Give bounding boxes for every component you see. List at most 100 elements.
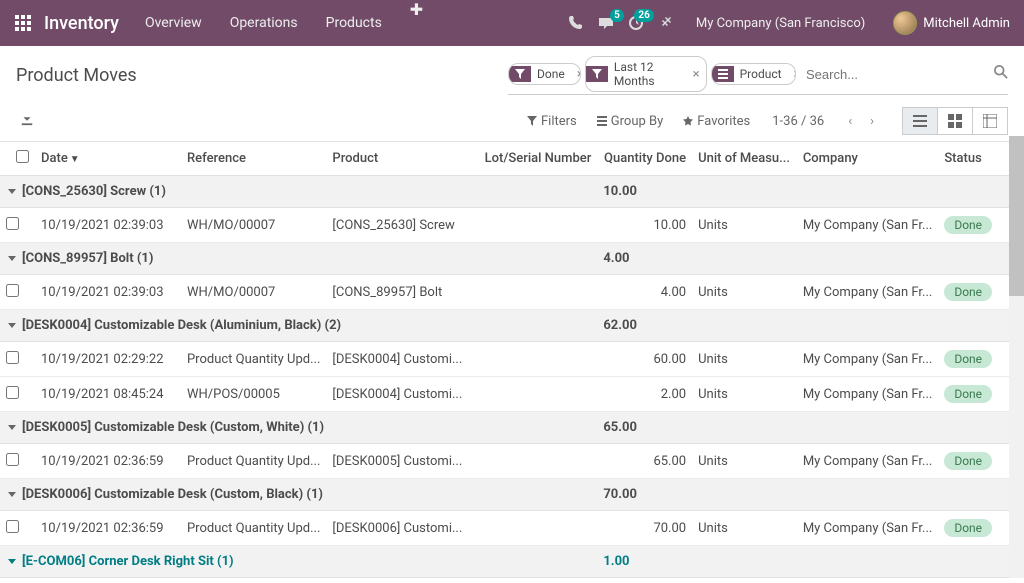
- pager-prev-icon[interactable]: ‹: [840, 110, 860, 133]
- export-button[interactable]: [16, 108, 38, 134]
- pager[interactable]: 1-36 / 36: [764, 114, 832, 129]
- row-checkbox[interactable]: [6, 351, 19, 364]
- group-qty: 65.00: [597, 412, 692, 444]
- systray: 5 26 My Company (San Francisco) Mitchell…: [568, 11, 1016, 35]
- search-input[interactable]: [800, 64, 988, 85]
- scrollbar[interactable]: [1009, 136, 1024, 578]
- col-qty[interactable]: Quantity Done: [597, 142, 692, 176]
- groupby-button[interactable]: Group By: [591, 110, 670, 133]
- view-switcher: [902, 107, 1008, 135]
- table-row[interactable]: 10/19/2021 08:45:24WH/POS/00005[E-COM06]…: [0, 578, 1024, 583]
- cell-status: Done: [938, 208, 998, 243]
- table-container: Date▼ Reference Product Lot/Serial Numbe…: [0, 141, 1024, 583]
- status-badge: Done: [944, 452, 992, 470]
- group-label: [DESK0005] Customizable Desk (Custom, Wh…: [22, 420, 324, 435]
- col-status[interactable]: Status: [938, 142, 998, 176]
- user-menu[interactable]: Mitchell Admin: [887, 11, 1010, 35]
- activities-badge: 26: [634, 9, 653, 22]
- cell-date: 10/19/2021 08:45:24: [35, 377, 181, 412]
- cell-product: [DESK0004] Customi...: [326, 377, 478, 412]
- cell-date: 10/19/2021 02:36:59: [35, 511, 181, 546]
- apps-icon[interactable]: [8, 8, 38, 38]
- group-row[interactable]: [CONS_25630] Screw (1)10.00: [0, 176, 1024, 208]
- remove-facet-icon[interactable]: ×: [687, 67, 706, 82]
- table-row[interactable]: 10/19/2021 02:39:03WH/MO/00007[CONS_2563…: [0, 208, 1024, 243]
- cell-date: 10/19/2021 02:36:59: [35, 444, 181, 479]
- cell-company: My Company (San Fr...: [797, 377, 939, 412]
- pager-next-icon[interactable]: ›: [862, 110, 882, 133]
- cell-date: 10/19/2021 08:45:24: [35, 578, 181, 583]
- col-product[interactable]: Product: [326, 142, 478, 176]
- cell-uom: Units: [692, 208, 797, 243]
- col-uom[interactable]: Unit of Measu...: [692, 142, 797, 176]
- col-date[interactable]: Date▼: [35, 142, 181, 176]
- row-checkbox[interactable]: [6, 217, 19, 230]
- table-row[interactable]: 10/19/2021 02:39:03WH/MO/00007[CONS_8995…: [0, 275, 1024, 310]
- control-panel: Product Moves Done × Last 12 Months × Pr…: [0, 46, 1024, 141]
- nav-menu: Overview Operations Products ✚: [131, 0, 437, 46]
- nav-operations[interactable]: Operations: [216, 0, 312, 46]
- scrollbar-thumb[interactable]: [1009, 136, 1024, 296]
- favorites-button[interactable]: Favorites: [677, 110, 756, 133]
- group-row[interactable]: [DESK0004] Customizable Desk (Aluminium,…: [0, 310, 1024, 342]
- table-row[interactable]: 10/19/2021 08:45:24WH/POS/00005[DESK0004…: [0, 377, 1024, 412]
- nav-new-icon[interactable]: ✚: [396, 0, 437, 46]
- nav-overview[interactable]: Overview: [131, 0, 216, 46]
- activities-icon[interactable]: 26: [628, 15, 644, 31]
- table-row[interactable]: 10/19/2021 02:36:59Product Quantity Upd.…: [0, 511, 1024, 546]
- row-checkbox[interactable]: [6, 453, 19, 466]
- group-label: [CONS_89957] Bolt (1): [22, 251, 153, 266]
- table-row[interactable]: 10/19/2021 02:29:22Product Quantity Upd.…: [0, 342, 1024, 377]
- list-view-icon[interactable]: [902, 107, 938, 135]
- debug-icon[interactable]: [658, 15, 674, 31]
- filters-button[interactable]: Filters: [521, 110, 583, 133]
- group-qty: 62.00: [597, 310, 692, 342]
- company-selector[interactable]: My Company (San Francisco): [688, 16, 873, 31]
- group-label: [DESK0004] Customizable Desk (Aluminium,…: [22, 318, 341, 333]
- group-label: [E-COM06] Corner Desk Right Sit (1): [22, 554, 234, 569]
- group-label: [CONS_25630] Screw (1): [22, 184, 166, 199]
- cell-status: Done: [938, 377, 998, 412]
- group-row[interactable]: [E-COM06] Corner Desk Right Sit (1) 1.00: [0, 546, 1024, 578]
- kanban-view-icon[interactable]: [938, 107, 973, 135]
- facet-product[interactable]: Product ×: [711, 63, 796, 85]
- caret-down-icon: [8, 256, 16, 261]
- group-row[interactable]: [DESK0006] Customizable Desk (Custom, Bl…: [0, 479, 1024, 511]
- group-row[interactable]: [CONS_89957] Bolt (1)4.00: [0, 243, 1024, 275]
- status-badge: Done: [944, 283, 992, 301]
- messages-icon[interactable]: 5: [598, 15, 614, 31]
- search-icon[interactable]: [994, 65, 1008, 83]
- app-title[interactable]: Inventory: [38, 13, 131, 34]
- col-company[interactable]: Company: [797, 142, 939, 176]
- cell-company: My Company (San Fr...: [797, 578, 939, 583]
- status-badge: Done: [944, 519, 992, 537]
- facet-last12[interactable]: Last 12 Months ×: [585, 56, 707, 92]
- group-row[interactable]: [DESK0005] Customizable Desk (Custom, Wh…: [0, 412, 1024, 444]
- nav-products[interactable]: Products: [312, 0, 396, 46]
- status-badge: Done: [944, 216, 992, 234]
- status-badge: Done: [944, 350, 992, 368]
- table-row[interactable]: 10/19/2021 02:36:59Product Quantity Upd.…: [0, 444, 1024, 479]
- cell-ref: WH/MO/00007: [181, 275, 326, 310]
- cell-date: 10/19/2021 02:39:03: [35, 208, 181, 243]
- select-all-checkbox[interactable]: [16, 150, 29, 163]
- row-checkbox[interactable]: [6, 386, 19, 399]
- pivot-view-icon[interactable]: [973, 107, 1008, 135]
- remove-facet-icon[interactable]: ×: [788, 67, 796, 82]
- facet-done[interactable]: Done ×: [508, 63, 581, 85]
- phone-icon[interactable]: [568, 15, 584, 31]
- group-qty: 1.00: [597, 546, 692, 578]
- remove-facet-icon[interactable]: ×: [571, 67, 581, 82]
- row-checkbox[interactable]: [6, 520, 19, 533]
- filter-icon: [509, 66, 531, 82]
- col-reference[interactable]: Reference: [181, 142, 326, 176]
- cell-ref: Product Quantity Upd...: [181, 342, 326, 377]
- cell-ref: WH/POS/00005: [181, 578, 326, 583]
- moves-table: Date▼ Reference Product Lot/Serial Numbe…: [0, 142, 1024, 583]
- col-lot[interactable]: Lot/Serial Number: [479, 142, 598, 176]
- page-title: Product Moves: [16, 65, 137, 86]
- row-checkbox[interactable]: [6, 284, 19, 297]
- cell-qty: 10.00: [597, 208, 692, 243]
- filter-icon: [586, 66, 608, 82]
- group-label: [DESK0006] Customizable Desk (Custom, Bl…: [22, 487, 323, 502]
